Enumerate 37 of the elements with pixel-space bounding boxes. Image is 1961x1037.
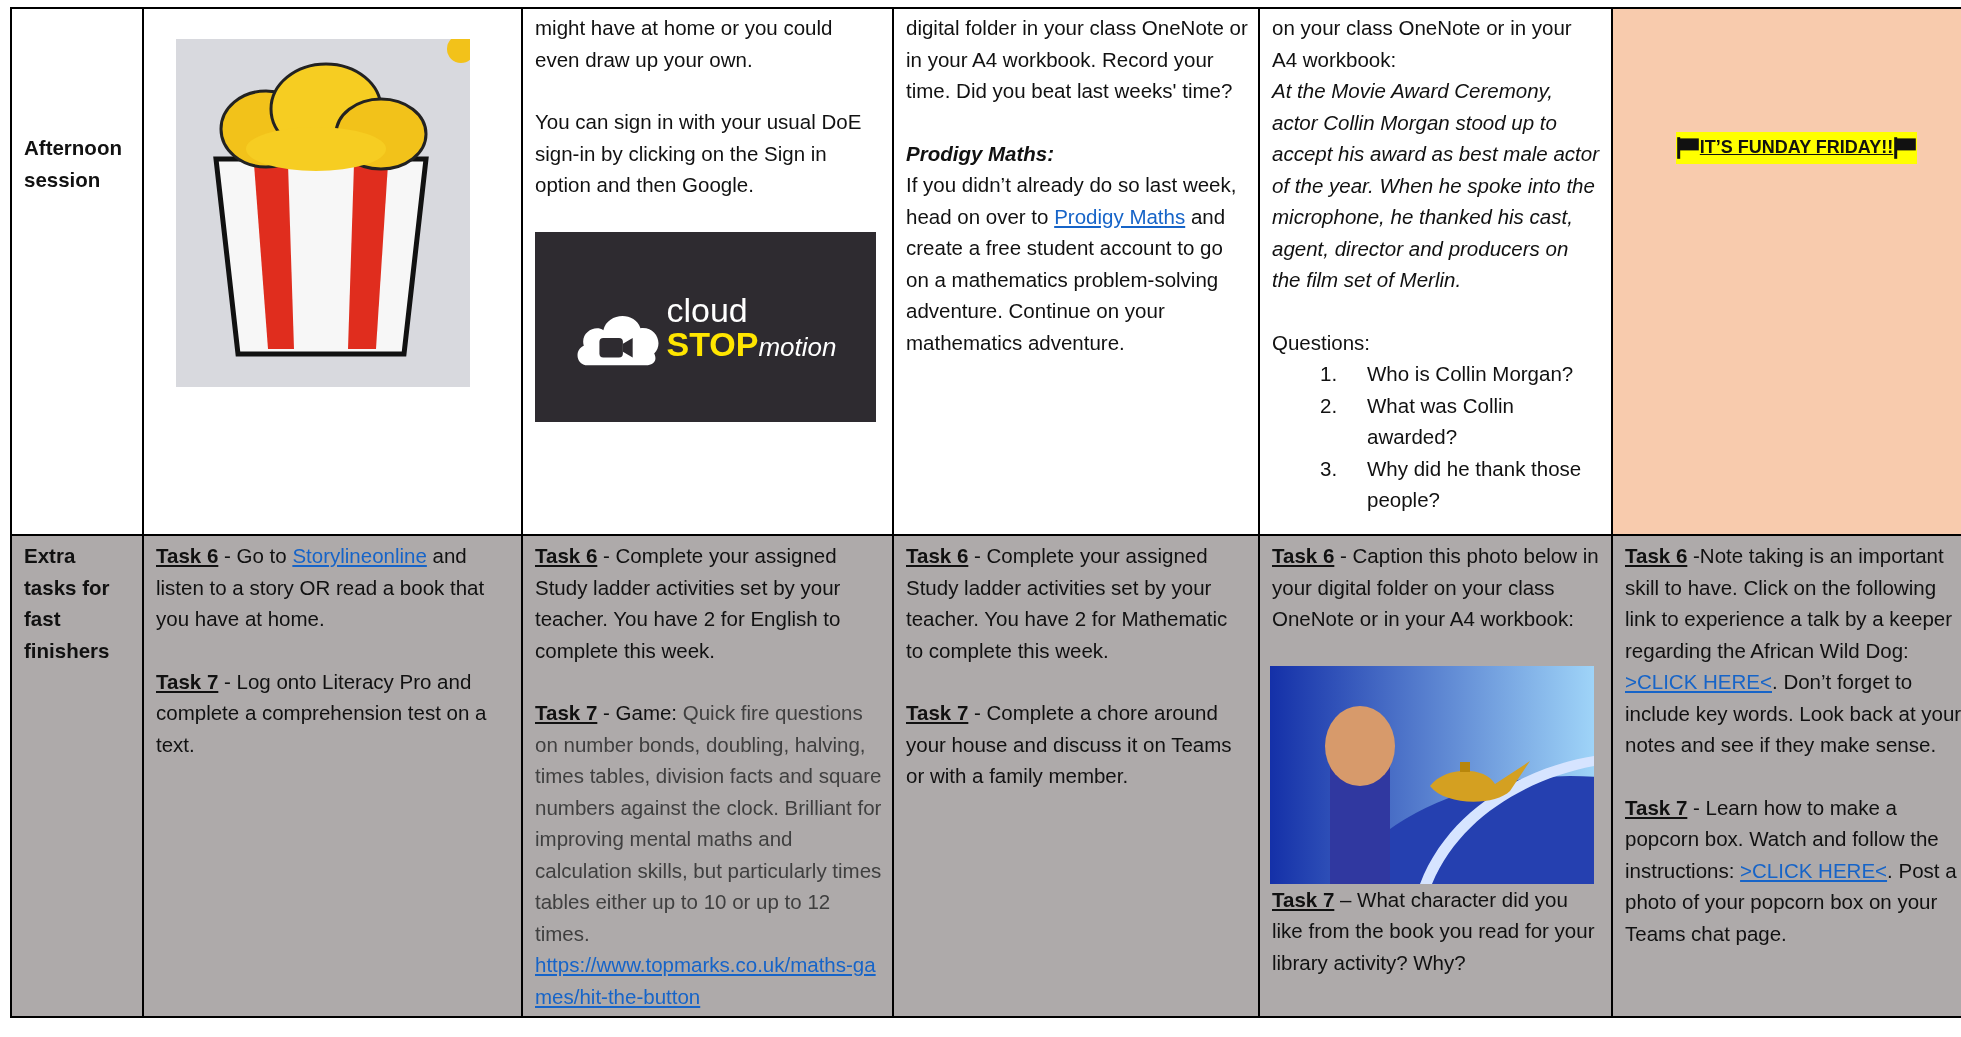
question-text: Who is Collin Morgan?	[1367, 361, 1574, 387]
link[interactable]: Storylineonline	[292, 544, 427, 567]
paragraph: digital folder in your class OneNote or in your A4 workbook. Record your time. Did you beat last weeks' time?	[906, 15, 1248, 104]
logo-word: cloud	[666, 292, 749, 327]
row-heading: Afternoon session	[24, 135, 123, 193]
paragraph: Task 6 - Complete your assigned Study ladder activities set by your teacher. You have 2 for Mathematic to complete this week.	[906, 543, 1229, 664]
logo-word: STOP	[666, 326, 759, 361]
paragraph: on your class OneNote or in your A4 workbook:	[1272, 15, 1573, 73]
question-text: What was Collin awarded?	[1367, 392, 1515, 450]
link[interactable]: https://www.topmarks.co.uk/maths-games/hit-the-button	[535, 949, 882, 1012]
paragraph: Task 7 - Log onto Literacy Pro and complete a comprehension test on a text.	[156, 668, 488, 758]
paragraph: Task 6 - Caption this photo below in your digital folder on your class OneNote or in your A4 workbook:	[1272, 543, 1600, 632]
link[interactable]: >CLICK HERE<	[1625, 670, 1772, 693]
paragraph: Task 6 - Complete your assigned Study ladder activities set by your teacher. You have 2 for English to complete this week.	[535, 543, 842, 664]
paragraph: Questions:	[1272, 329, 1371, 356]
list-number: 3.	[1320, 455, 1339, 482]
story-text: At the Movie Award Ceremony, actor Collin Morgan stood up to accept his award as best male actor of the year. When he spoke into the microphone, he thanked his cast, agent, director and producers on the film set of Merlin.	[1272, 78, 1601, 293]
paragraph: You can sign in with your usual DoE sign-in by clicking on the Sign in option and then Google.	[535, 109, 863, 198]
list-number: 1.	[1320, 361, 1339, 387]
paragraph: Task 6 - Go to Storylineonline and listen to a story OR read a book that you have at home.	[156, 543, 486, 632]
question-text: Why did he thank those people?	[1367, 455, 1583, 513]
link[interactable]: Prodigy Maths	[1054, 204, 1186, 228]
subheading: Prodigy Maths:	[906, 140, 1056, 167]
list-number: 2.	[1320, 392, 1339, 419]
row-heading: Extra tasks for fast finishers	[24, 543, 111, 664]
logo-word: motion	[758, 333, 837, 360]
paragraph: might have at home or you could even draw up your own.	[535, 15, 834, 73]
link[interactable]: >CLICK HERE<	[1740, 858, 1888, 882]
paragraph: Task 7 - Game: Quick fire questions on number bonds, doubling, halving, times tables, division facts and square numbers against the clock. Brilliant for improving mental maths and calculation skills, but particularly times tables either up to 10 or up to 12 times.	[535, 700, 882, 947]
paragraph: Task 7 - Complete a chore around your house and discuss it on Teams or with a family member.	[906, 700, 1233, 789]
paragraph: Task 7 - Learn how to make a popcorn box. Watch and follow the instructions: >CLICK HERE<. Post a photo of your popcorn box on your Teams chat page.	[1625, 794, 1958, 947]
flag-icon	[1893, 135, 1918, 160]
paragraph: Task 6 -Note taking is an important skill to have. Click on the following link to experience a talk by a keeper regarding the African Wild Dog: >CLICK HERE<. Don’t forget to include key words. Look back at your notes and see if they make sense.	[1625, 543, 1961, 758]
paragraph: Task 7 – What character did you like from the book you read for your library activity? Why?	[1272, 886, 1596, 976]
flag-icon	[1675, 135, 1700, 160]
banner-text: IT’S FUNDAY FRIDAY!!	[1675, 132, 1918, 164]
paragraph: If you didn’t already do so last week, head on over to Prodigy Maths and create a free student account to go on a mathematics problem-solving adventure. Continue on your mathematics adventure.	[906, 172, 1238, 356]
